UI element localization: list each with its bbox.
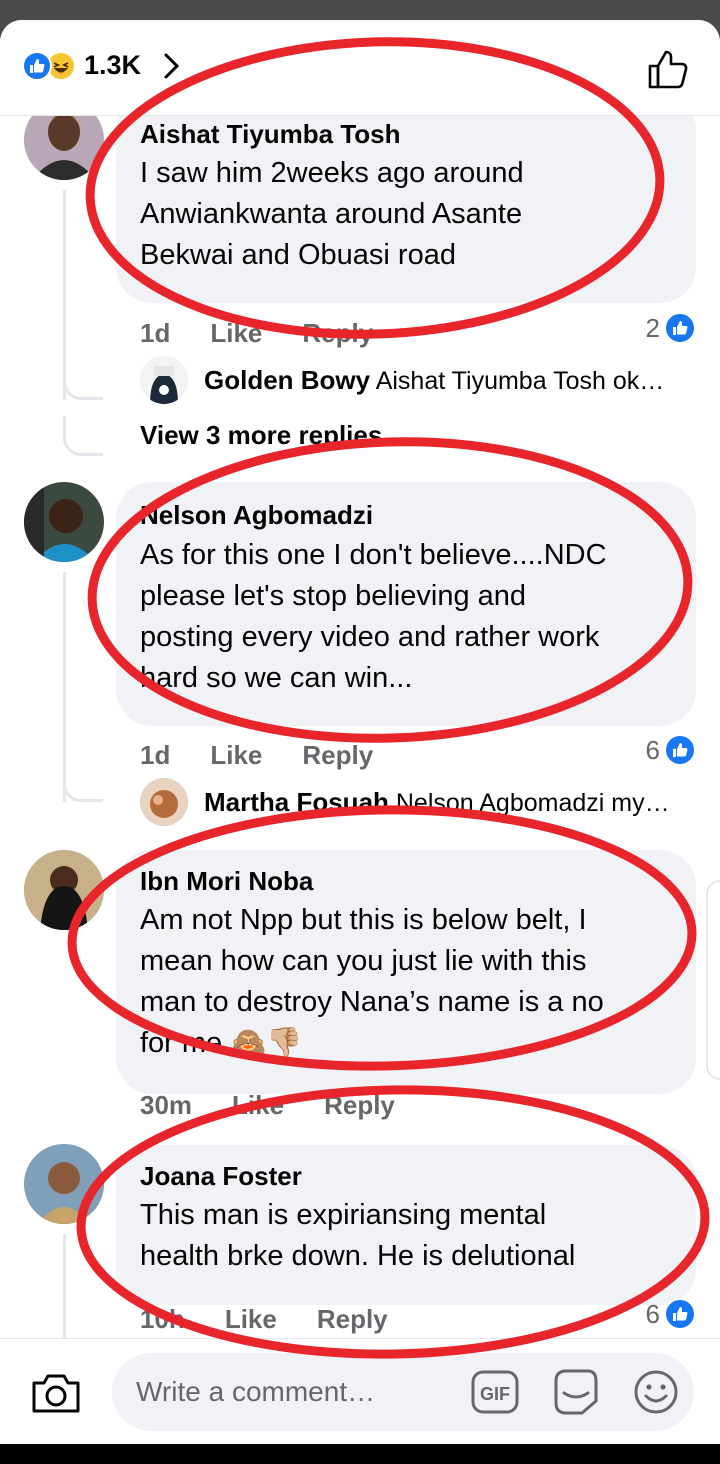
comment-author[interactable]: Ibn Mori Noba bbox=[140, 866, 313, 897]
like-button[interactable]: Like bbox=[232, 1090, 284, 1121]
like-icon bbox=[664, 734, 696, 766]
comment-text-line: health brke down. He is delutional bbox=[140, 1240, 576, 1272]
avatar[interactable] bbox=[24, 850, 104, 930]
comments-sheet: 1.3K Aishat Tiyumba Tosh I saw him 2week… bbox=[0, 20, 720, 1444]
comment-author[interactable]: Joana Foster bbox=[140, 1161, 302, 1192]
scroll-edge bbox=[706, 880, 720, 1080]
avatar bbox=[140, 356, 188, 404]
reply-preview-text: Martha Fosuah Nelson Agbomadzi my… bbox=[204, 787, 670, 818]
reply-button[interactable]: Reply bbox=[302, 318, 373, 349]
reply-preview[interactable]: Golden Bowy Aishat Tiyumba Tosh ok… bbox=[140, 356, 680, 404]
reply-snippet: Aishat Tiyumba Tosh ok… bbox=[375, 366, 665, 395]
thread-line bbox=[63, 1234, 66, 1354]
reply-button[interactable]: Reply bbox=[324, 1090, 395, 1121]
comment-actions: 1d Like Reply bbox=[140, 740, 373, 771]
comment-actions: 30m Like Reply bbox=[140, 1090, 395, 1121]
like-icon bbox=[664, 1298, 696, 1330]
comment-text-line: posting every video and rather work bbox=[140, 621, 600, 653]
chevron-right-icon bbox=[164, 53, 180, 78]
reaction-number: 6 bbox=[645, 1298, 660, 1329]
comment-text-line: hard so we can win... bbox=[140, 662, 413, 694]
view-more-replies-link[interactable]: View 3 more replies... bbox=[140, 420, 404, 451]
comment-reaction-count[interactable]: 6 bbox=[646, 1298, 696, 1330]
comment-text-line: for me 🙈👎🏼 bbox=[140, 1027, 303, 1059]
like-button[interactable]: Like bbox=[210, 318, 262, 349]
comment-actions: 1d Like Reply bbox=[140, 318, 373, 349]
comment-time: 30m bbox=[140, 1090, 193, 1120]
reply-preview[interactable]: Martha Fosuah Nelson Agbomadzi my… bbox=[140, 778, 680, 826]
gif-label: GIF bbox=[480, 1384, 510, 1404]
comment-bubble[interactable]: Aishat Tiyumba Tosh I saw him 2weeks ago… bbox=[116, 111, 696, 303]
avatar[interactable] bbox=[24, 1144, 104, 1224]
comment-text-line: Anwiankwanta around Asante bbox=[140, 198, 523, 230]
reply-button[interactable]: Reply bbox=[317, 1304, 388, 1335]
emoji-icon[interactable] bbox=[632, 1368, 680, 1416]
reactions-header: 1.3K bbox=[0, 20, 720, 116]
comment-reaction-count[interactable]: 2 bbox=[646, 312, 696, 344]
thread-connector bbox=[63, 360, 103, 400]
comment-bubble[interactable]: Joana Foster This man is expiriansing me… bbox=[116, 1145, 696, 1305]
comment-text-line: This man is expiriansing mental bbox=[140, 1199, 547, 1231]
comment-actions: 10h Like Reply bbox=[140, 1304, 388, 1335]
comment-time: 1d bbox=[140, 318, 171, 348]
comment-author[interactable]: Nelson Agbomadzi bbox=[140, 500, 373, 531]
comment-text-line: please let's stop believing and bbox=[140, 580, 527, 612]
thread-connector bbox=[63, 416, 103, 456]
reply-snippet: Nelson Agbomadzi my… bbox=[395, 788, 670, 817]
comment-composer: GIF bbox=[0, 1338, 720, 1444]
like-reaction-icon bbox=[22, 50, 52, 81]
comment-reaction-count[interactable]: 6 bbox=[646, 734, 696, 766]
system-nav-bar bbox=[0, 1444, 720, 1464]
reaction-number: 6 bbox=[645, 734, 660, 765]
reply-button[interactable]: Reply bbox=[302, 740, 373, 771]
comment-text-line: mean how can you just lie with this bbox=[140, 945, 587, 977]
comment-text-line: Am not Npp but this is below belt, I bbox=[140, 904, 587, 936]
comment-text-line: I saw him 2weeks ago around bbox=[140, 157, 524, 189]
comment-time: 10h bbox=[140, 1304, 185, 1334]
gif-icon[interactable]: GIF bbox=[470, 1369, 520, 1415]
comment-input[interactable] bbox=[136, 1371, 466, 1413]
like-icon bbox=[664, 312, 696, 344]
like-button[interactable]: Like bbox=[225, 1304, 277, 1335]
comment-text-line: Bekwai and Obuasi road bbox=[140, 239, 456, 271]
avatar bbox=[140, 778, 188, 826]
comment-text-line: As for this one I don't believe....NDC bbox=[140, 539, 607, 571]
comment-text-line: man to destroy Nana’s name is a no bbox=[140, 986, 604, 1018]
reply-preview-text: Golden Bowy Aishat Tiyumba Tosh ok… bbox=[204, 365, 664, 396]
reaction-number: 2 bbox=[645, 312, 660, 343]
comment-bubble[interactable]: Ibn Mori Noba Am not Npp but this is bel… bbox=[116, 850, 696, 1094]
thread-connector bbox=[63, 762, 103, 802]
reaction-count: 1.3K bbox=[84, 50, 142, 80]
comment-bubble[interactable]: Nelson Agbomadzi As for this one I don't… bbox=[116, 482, 696, 726]
comment-author[interactable]: Aishat Tiyumba Tosh bbox=[140, 119, 401, 150]
comment-time: 1d bbox=[140, 740, 171, 770]
like-button[interactable]: Like bbox=[210, 740, 262, 771]
sticker-icon[interactable] bbox=[552, 1367, 600, 1417]
reactions-summary-button[interactable]: 1.3K bbox=[22, 50, 181, 81]
reply-author: Martha Fosuah bbox=[204, 786, 389, 817]
reply-author: Golden Bowy bbox=[204, 364, 371, 395]
comment-input-wrapper[interactable]: GIF bbox=[112, 1353, 694, 1431]
camera-icon[interactable] bbox=[30, 1371, 82, 1415]
avatar[interactable] bbox=[24, 482, 104, 562]
like-post-button[interactable] bbox=[646, 47, 690, 91]
